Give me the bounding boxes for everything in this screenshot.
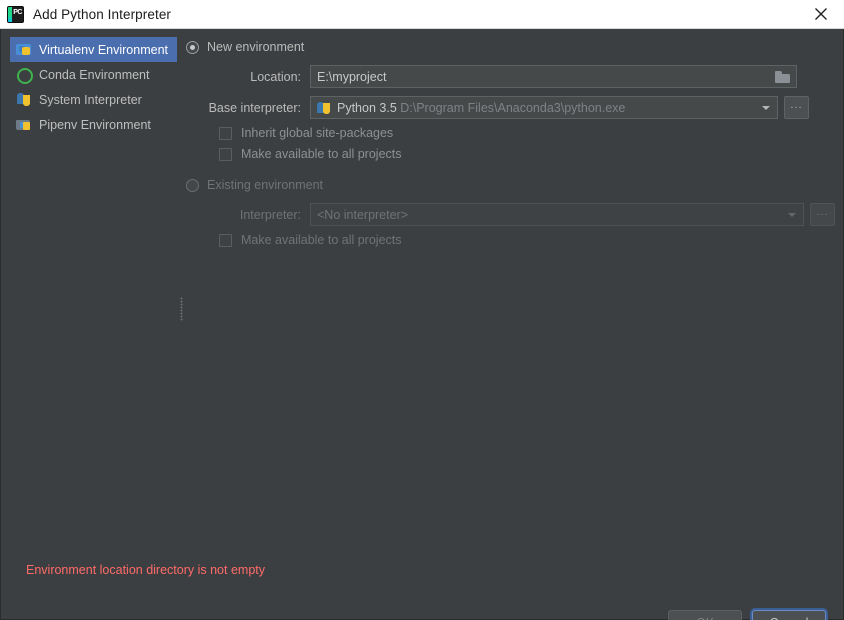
existing-environment-label: Existing environment (207, 178, 323, 192)
inherit-global-site-packages-label: Inherit global site-packages (241, 126, 393, 140)
close-button[interactable] (798, 0, 844, 28)
ok-button[interactable]: OK (668, 610, 742, 620)
panel-splitter[interactable] (178, 65, 185, 577)
interpreter-label: Interpreter: (186, 208, 310, 222)
new-environment-radio-row[interactable]: New environment (186, 37, 835, 57)
interpreter-value: <No interpreter> (317, 208, 785, 222)
window-titlebar: PC Add Python Interpreter (0, 0, 844, 29)
base-interpreter-row: Base interpreter: Python 3.5 D:\Program … (186, 96, 835, 119)
existing-environment-radio-row[interactable]: Existing environment (186, 175, 835, 195)
environment-type-sidebar: Virtualenv Environment Conda Environment… (10, 37, 177, 577)
inherit-global-site-packages-row[interactable]: Inherit global site-packages (186, 126, 835, 140)
make-available-all-projects-new-checkbox[interactable] (219, 148, 232, 161)
pycharm-icon: PC (7, 6, 24, 23)
make-available-all-projects-existing-row[interactable]: Make available to all projects (186, 233, 835, 247)
new-environment-radio[interactable] (186, 41, 199, 54)
python-icon (317, 101, 331, 115)
interpreter-row: Interpreter: <No interpreter> ... (186, 203, 835, 226)
sidebar-item-conda-environment[interactable]: Conda Environment (10, 62, 177, 87)
location-row: Location: E:\myproject (186, 65, 835, 88)
sidebar-item-virtualenv-environment[interactable]: Virtualenv Environment (10, 37, 177, 62)
close-icon (814, 7, 828, 21)
chevron-down-icon[interactable] (759, 97, 773, 118)
base-interpreter-label: Base interpreter: (186, 101, 310, 115)
sidebar-item-label: Virtualenv Environment (39, 43, 168, 57)
interpreter-browse-button[interactable]: ... (810, 203, 835, 226)
make-available-all-projects-existing-checkbox[interactable] (219, 234, 232, 247)
sidebar-item-system-interpreter[interactable]: System Interpreter (10, 87, 177, 112)
pipenv-icon (16, 117, 31, 132)
virtualenv-icon (16, 42, 31, 57)
base-interpreter-value: Python 3.5 D:\Program Files\Anaconda3\py… (337, 101, 759, 115)
location-label: Location: (186, 70, 310, 84)
window-title: Add Python Interpreter (33, 7, 171, 22)
section-spacer (186, 161, 835, 175)
sidebar-item-label: System Interpreter (39, 93, 142, 107)
dialog-button-bar: OK Cancel (668, 610, 826, 620)
location-input[interactable]: E:\myproject (310, 65, 797, 88)
make-available-all-projects-new-row[interactable]: Make available to all projects (186, 147, 835, 161)
base-interpreter-combobox[interactable]: Python 3.5 D:\Program Files\Anaconda3\py… (310, 96, 778, 119)
location-value: E:\myproject (317, 70, 775, 84)
add-python-interpreter-dialog: Virtualenv Environment Conda Environment… (0, 29, 844, 620)
cancel-button[interactable]: Cancel (752, 610, 826, 620)
sidebar-item-label: Conda Environment (39, 68, 149, 82)
new-environment-label: New environment (207, 40, 304, 54)
base-interpreter-browse-button[interactable]: ... (784, 96, 809, 119)
error-message: Environment location directory is not em… (26, 563, 265, 577)
base-interpreter-name: Python 3.5 (337, 101, 397, 115)
splitter-grip-icon (180, 297, 183, 321)
conda-icon (16, 67, 31, 82)
python-icon (16, 92, 31, 107)
environment-settings-panel: New environment Location: E:\myproject B… (186, 37, 835, 611)
pycharm-icon-label: PC (13, 8, 22, 17)
sidebar-item-label: Pipenv Environment (39, 118, 151, 132)
folder-icon[interactable] (775, 70, 790, 83)
make-available-all-projects-existing-label: Make available to all projects (241, 233, 402, 247)
inherit-global-site-packages-checkbox[interactable] (219, 127, 232, 140)
chevron-down-icon[interactable] (785, 204, 799, 225)
base-interpreter-path: D:\Program Files\Anaconda3\python.exe (400, 101, 625, 115)
interpreter-combobox[interactable]: <No interpreter> (310, 203, 804, 226)
sidebar-item-pipenv-environment[interactable]: Pipenv Environment (10, 112, 177, 137)
existing-environment-radio[interactable] (186, 179, 199, 192)
make-available-all-projects-new-label: Make available to all projects (241, 147, 402, 161)
